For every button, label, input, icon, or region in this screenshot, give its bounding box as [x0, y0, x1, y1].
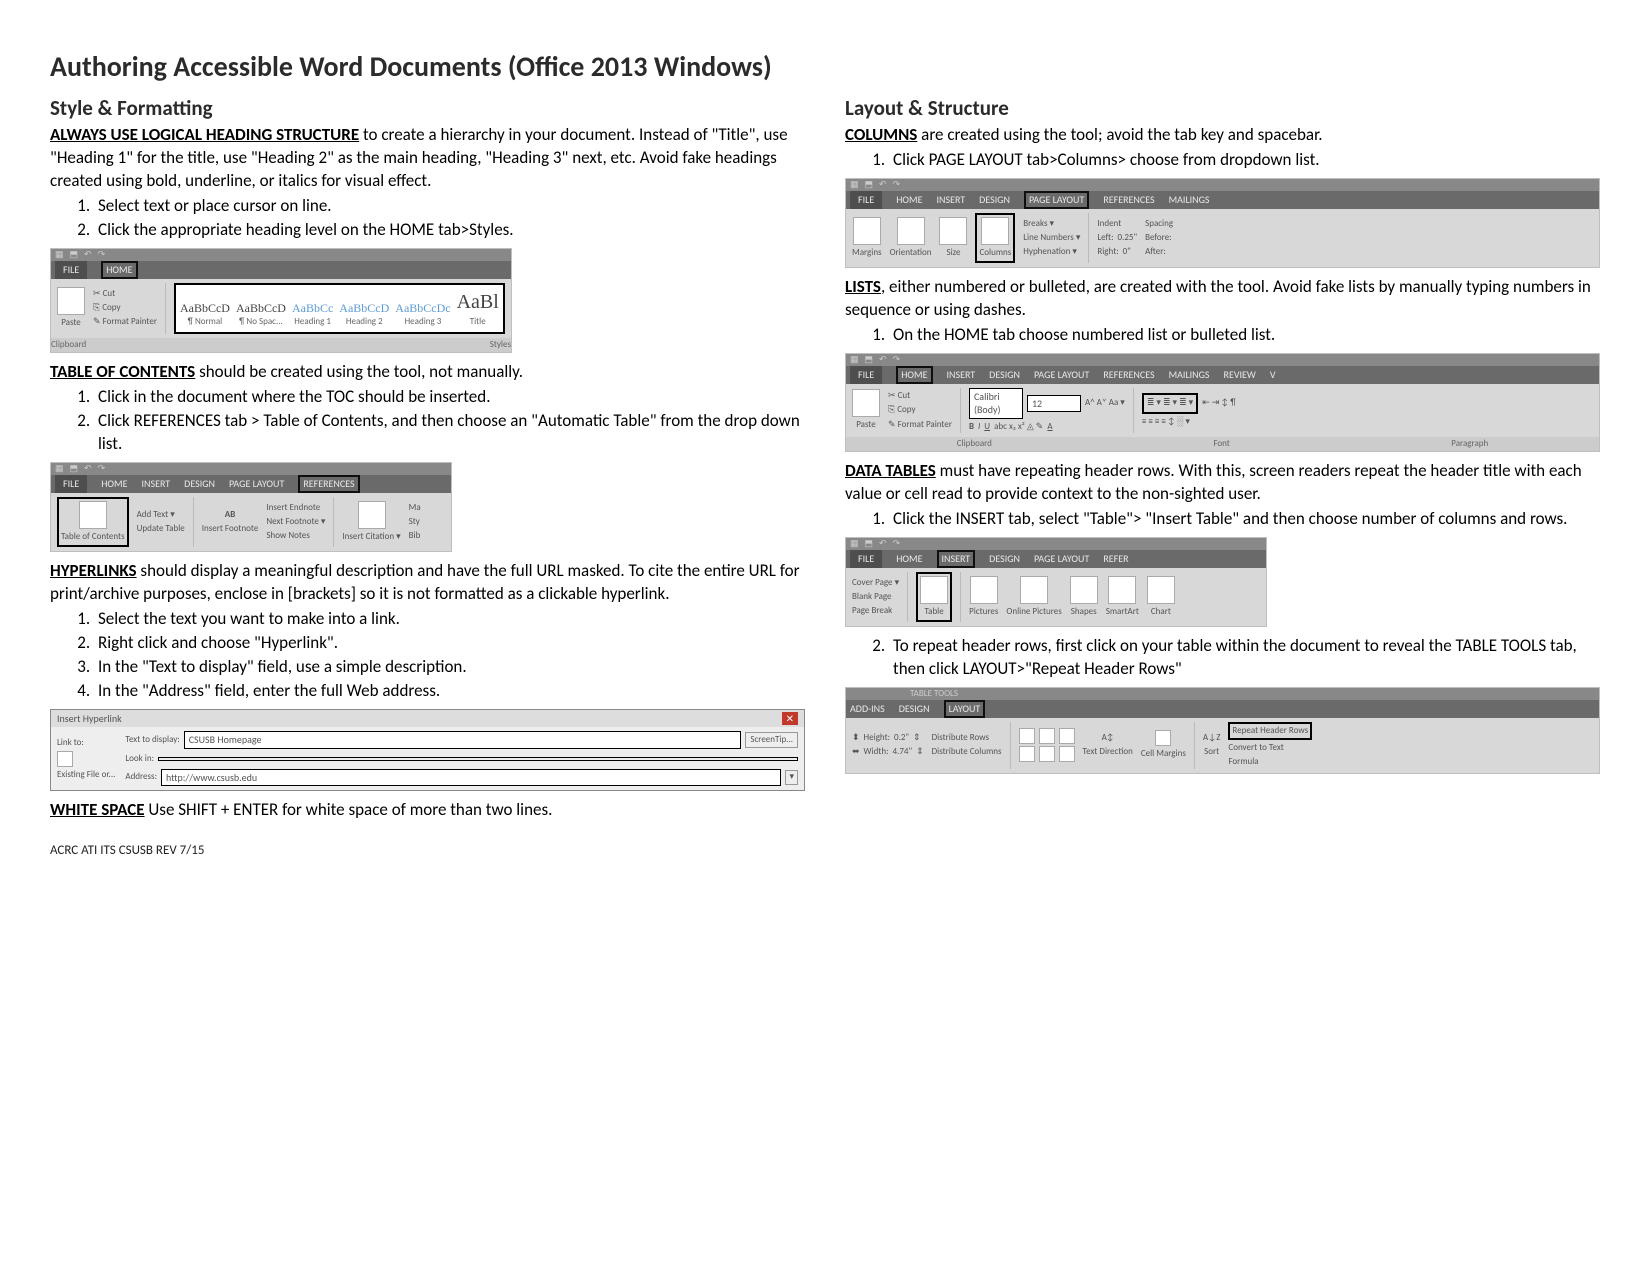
toc-button: Table of Contents — [57, 497, 129, 547]
tab-home: HOME — [896, 366, 932, 384]
columns-button: Columns — [975, 213, 1015, 263]
para-columns: COLUMNS are created using the tool; avoi… — [845, 124, 1600, 147]
para-lists: LISTS, either numbered or bulleted, are … — [845, 276, 1600, 322]
tab-layout: LAYOUT — [944, 700, 986, 718]
tab-file: FILE — [55, 261, 87, 279]
tab-references: REFERENCES — [298, 475, 359, 493]
lead-columns: COLUMNS — [845, 124, 917, 145]
paste-label: Paste — [61, 317, 81, 329]
cut-label: ✂ Cut — [93, 288, 157, 300]
step: In the "Address" field, enter the full W… — [94, 680, 805, 703]
steps-headings: Select text or place cursor on line. Cli… — [50, 195, 805, 242]
tab-pagelayout: PAGE LAYOUT — [1024, 191, 1089, 209]
para-tables: DATA TABLES must have repeating header r… — [845, 460, 1600, 506]
step: Click in the document where the TOC shou… — [94, 386, 805, 409]
screenshot-hyperlink-dialog: Insert Hyperlink✕ Link to: Existing File… — [50, 709, 805, 792]
section-layout: Layout & Structure — [845, 94, 1600, 122]
screenshot-table-layout: TABLE TOOLS ADD-INS DESIGN LAYOUT ⬍ Heig… — [845, 687, 1600, 773]
para-hyperlinks: HYPERLINKS should display a meaningful d… — [50, 560, 805, 606]
left-column: Style & Formatting ALWAYS USE LOGICAL HE… — [50, 94, 805, 824]
step: On the HOME tab choose numbered list or … — [889, 324, 1600, 347]
bullet-list-icon: ≣ ▾ ≣ ▾ ≣ ▾ — [1142, 393, 1198, 413]
steps-columns: Click PAGE LAYOUT tab>Columns> choose fr… — [845, 149, 1600, 172]
step: To repeat header rows, first click on yo… — [889, 635, 1600, 681]
address-field: http://www.csusb.edu — [161, 769, 781, 787]
step: Click REFERENCES tab > Table of Contents… — [94, 410, 805, 456]
steps-lists: On the HOME tab choose numbered list or … — [845, 324, 1600, 347]
right-column: Layout & Structure COLUMNS are created u… — [845, 94, 1600, 824]
lead-toc: TABLE OF CONTENTS — [50, 361, 195, 382]
page-title: Authoring Accessible Word Documents (Off… — [50, 48, 1600, 86]
close-icon: ✕ — [782, 712, 798, 726]
styles-gallery: AaBbCcD¶ Normal AaBbCcD¶ No Spac... AaBb… — [174, 283, 505, 334]
screenshot-references: ▦⬒↶↷ FILE HOME INSERT DESIGN PAGE LAYOUT… — [50, 462, 452, 552]
screenshot-insert: ▦⬒↶↷ FILE HOME INSERT DESIGN PAGE LAYOUT… — [845, 537, 1267, 627]
screenshot-pagelayout: ▦⬒↶↷ FILE HOME INSERT DESIGN PAGE LAYOUT… — [845, 178, 1600, 268]
section-style: Style & Formatting — [50, 94, 805, 122]
lead-lists: LISTS — [845, 276, 881, 297]
step: Select the text you want to make into a … — [94, 608, 805, 631]
folder-icon — [57, 751, 73, 767]
screenshot-home-paragraph: ▦⬒↶↷ FILE HOME INSERT DESIGN PAGE LAYOUT… — [845, 353, 1600, 452]
table-button: Table — [916, 572, 952, 622]
step: Click PAGE LAYOUT tab>Columns> choose fr… — [889, 149, 1600, 172]
steps-hyperlinks: Select the text you want to make into a … — [50, 608, 805, 703]
tab-insert: INSERT — [937, 550, 976, 568]
step: Right click and choose "Hyperlink". — [94, 632, 805, 655]
text-to-display-field: CSUSB Homepage — [184, 731, 742, 749]
lead-whitespace: WHITE SPACE — [50, 799, 145, 820]
footer: ACRC ATI ITS CSUSB REV 7/15 — [50, 842, 1600, 860]
lead-hyperlinks: HYPERLINKS — [50, 560, 137, 581]
para-toc: TABLE OF CONTENTS should be created usin… — [50, 361, 805, 384]
step: Select text or place cursor on line. — [94, 195, 805, 218]
screenshot-home-styles: ▦⬒↶↷ FILE HOME Paste ✂ Cut ⎘ Copy ✎ Form… — [50, 248, 512, 353]
lead-tables: DATA TABLES — [845, 460, 936, 481]
para-headings: ALWAYS USE LOGICAL HEADING STRUCTURE to … — [50, 124, 805, 193]
repeat-header-rows: Repeat Header Rows — [1228, 722, 1312, 740]
copy-label: ⎘ Copy — [93, 302, 157, 314]
steps-tables-2: To repeat header rows, first click on yo… — [845, 635, 1600, 681]
step: Click the appropriate heading level on t… — [94, 219, 805, 242]
paste-icon — [57, 287, 85, 315]
para-whitespace: WHITE SPACE Use SHIFT + ENTER for white … — [50, 799, 805, 822]
paste-icon — [852, 389, 880, 417]
steps-toc: Click in the document where the TOC shou… — [50, 386, 805, 456]
step: Click the INSERT tab, select "Table"> "I… — [889, 508, 1600, 531]
dropdown-icon: ▾ — [785, 770, 798, 784]
tab-home: HOME — [101, 261, 137, 279]
lead-headings: ALWAYS USE LOGICAL HEADING STRUCTURE — [50, 124, 359, 145]
step: In the "Text to display" field, use a si… — [94, 656, 805, 679]
steps-tables: Click the INSERT tab, select "Table"> "I… — [845, 508, 1600, 531]
formatpainter-label: ✎ Format Painter — [93, 316, 157, 328]
